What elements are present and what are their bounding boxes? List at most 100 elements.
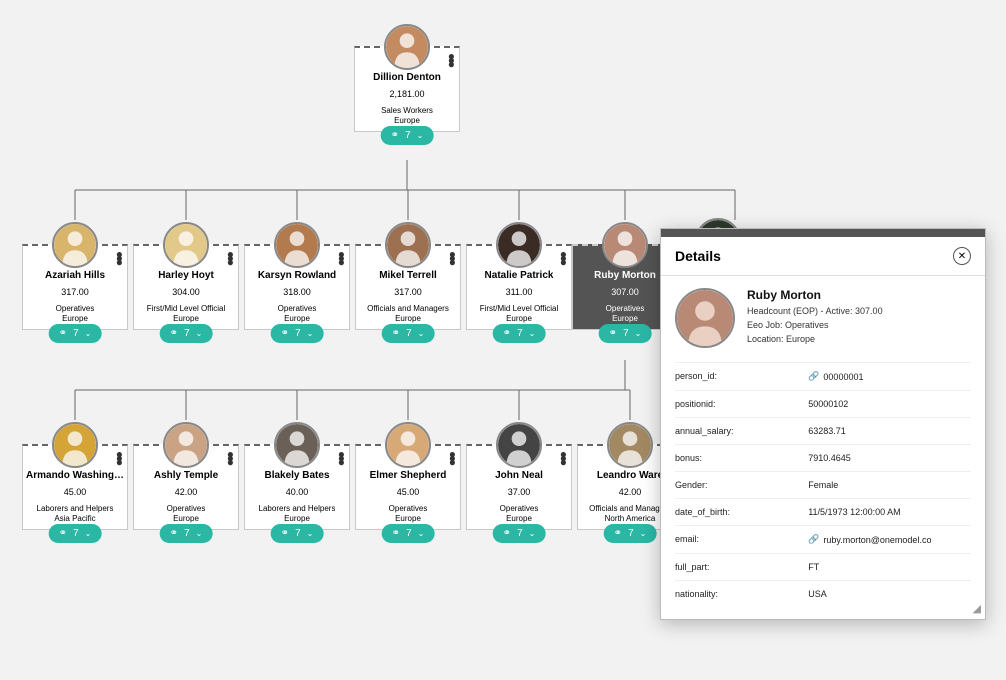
chevron-down-icon: ⌄ bbox=[418, 529, 425, 538]
people-icon: ⚭ bbox=[503, 328, 511, 339]
org-node[interactable]: ●●●Natalie Patrick311.00First/Mid Level … bbox=[466, 244, 572, 330]
org-node[interactable]: ●●●John Neal37.00OperativesEurope⚭7⌄ bbox=[466, 444, 572, 530]
org-node[interactable]: ●●●Armando Washington45.00Laborers and H… bbox=[22, 444, 128, 530]
node-menu-icon[interactable]: ●●● bbox=[227, 252, 234, 264]
node-role: First/Mid Level Official bbox=[147, 303, 226, 314]
people-icon: ⚭ bbox=[170, 328, 178, 339]
table-row: annual_salary:63283.71 bbox=[675, 417, 971, 444]
resize-handle-icon[interactable]: ◢ bbox=[973, 602, 981, 615]
node-menu-icon[interactable]: ●●● bbox=[227, 452, 234, 464]
details-sub3: Location: Europe bbox=[747, 332, 883, 346]
node-value: 42.00 bbox=[175, 487, 198, 497]
node-menu-icon[interactable]: ●●● bbox=[338, 452, 345, 464]
expand-pill[interactable]: ⚭7⌄ bbox=[49, 324, 102, 343]
detail-value: USA bbox=[808, 589, 971, 599]
org-node[interactable]: ●●●Blakely Bates40.00Laborers and Helper… bbox=[244, 444, 350, 530]
org-node[interactable]: ●●●Elmer Shepherd45.00OperativesEurope⚭7… bbox=[355, 444, 461, 530]
node-location: Europe bbox=[394, 116, 420, 125]
details-sub2: Eeo Job: Operatives bbox=[747, 318, 883, 332]
node-menu-icon[interactable]: ●●● bbox=[116, 252, 123, 264]
expand-pill[interactable]: ⚭ 7 ⌄ bbox=[160, 524, 213, 543]
node-location: Europe bbox=[395, 314, 421, 323]
link-icon[interactable]: 🔗 bbox=[808, 371, 819, 382]
expand-pill[interactable]: ⚭7⌄ bbox=[49, 524, 102, 543]
detail-key: person_id: bbox=[675, 371, 808, 382]
node-role: Operatives bbox=[389, 503, 428, 514]
node-name: Karsyn Rowland bbox=[258, 270, 336, 281]
node-name: Harley Hoyt bbox=[158, 270, 214, 281]
node-name: Ruby Morton bbox=[594, 270, 656, 281]
org-node[interactable]: ●●●Mikel Terrell317.00Officials and Mana… bbox=[355, 244, 461, 330]
close-button[interactable]: ✕ bbox=[953, 247, 971, 265]
pill-count: 7 bbox=[73, 328, 79, 339]
node-name: Leandro Ware bbox=[597, 470, 663, 481]
detail-key: annual_salary: bbox=[675, 426, 808, 436]
node-menu-icon[interactable]: ●●● bbox=[449, 452, 456, 464]
node-location: Europe bbox=[62, 314, 88, 323]
detail-value: 63283.71 bbox=[808, 426, 971, 436]
detail-value: 🔗00000001 bbox=[808, 371, 971, 382]
expand-pill[interactable]: ⚭7⌄ bbox=[493, 324, 546, 343]
node-location: North America bbox=[605, 514, 656, 523]
node-role: Operatives bbox=[56, 303, 95, 314]
pill-count: 7 bbox=[184, 528, 190, 539]
node-menu-icon[interactable]: ●●● bbox=[448, 54, 455, 66]
node-name: Mikel Terrell bbox=[379, 270, 437, 281]
node-value: 45.00 bbox=[397, 487, 420, 497]
chevron-down-icon: ⌄ bbox=[196, 529, 203, 538]
pill-count: 7 bbox=[517, 328, 523, 339]
org-node[interactable]: ●●●Ashly Temple42.00OperativesEurope⚭7⌄ bbox=[133, 444, 239, 530]
pill-count: 7 bbox=[406, 328, 412, 339]
detail-key: Gender: bbox=[675, 480, 808, 490]
link-icon[interactable]: 🔗 bbox=[808, 534, 819, 545]
detail-value: 7910.4645 bbox=[808, 453, 971, 463]
org-node[interactable]: ●●●Karsyn Rowland318.00OperativesEurope⚭… bbox=[244, 244, 350, 330]
node-value: 318.00 bbox=[283, 287, 311, 297]
node-location: Europe bbox=[506, 514, 532, 523]
node-menu-icon[interactable]: ●●● bbox=[338, 252, 345, 264]
avatar bbox=[384, 24, 430, 70]
expand-pill[interactable]: ⚭7⌄ bbox=[604, 524, 657, 543]
expand-pill[interactable]: ⚭7⌄ bbox=[493, 524, 546, 543]
avatar bbox=[52, 422, 98, 468]
node-menu-icon[interactable]: ●●● bbox=[560, 452, 567, 464]
node-menu-icon[interactable]: ●●● bbox=[449, 252, 456, 264]
detail-value: 50000102 bbox=[808, 399, 971, 409]
avatar bbox=[163, 222, 209, 268]
node-name: Elmer Shepherd bbox=[370, 470, 447, 481]
detail-key: bonus: bbox=[675, 453, 808, 463]
org-node[interactable]: ●●●Dillion Denton2,181.00Sales WorkersEu… bbox=[354, 46, 460, 132]
details-name: Ruby Morton bbox=[747, 288, 883, 302]
details-panel: Details ✕ Ruby Morton Headcount (EOP) - … bbox=[660, 228, 986, 620]
avatar bbox=[602, 222, 648, 268]
node-role: Operatives bbox=[278, 303, 317, 314]
chevron-down-icon: ⌄ bbox=[307, 529, 314, 538]
details-title: Details bbox=[675, 248, 721, 264]
people-icon: ⚭ bbox=[170, 528, 178, 539]
people-icon: ⚭ bbox=[59, 528, 67, 539]
pill-count: 7 bbox=[184, 328, 190, 339]
node-value: 317.00 bbox=[394, 287, 422, 297]
org-node[interactable]: ●●●Harley Hoyt304.00First/Mid Level Offi… bbox=[133, 244, 239, 330]
pill-count: 7 bbox=[295, 528, 301, 539]
node-name: Ashly Temple bbox=[154, 470, 218, 481]
expand-pill[interactable]: ⚭7⌄ bbox=[382, 324, 435, 343]
detail-key: date_of_birth: bbox=[675, 507, 808, 517]
people-icon: ⚭ bbox=[609, 328, 617, 339]
expand-pill[interactable]: ⚭7⌄ bbox=[271, 524, 324, 543]
expand-pill[interactable]: ⚭7⌄ bbox=[160, 324, 213, 343]
expand-pill[interactable]: ⚭7⌄ bbox=[599, 324, 652, 343]
table-row: email:🔗ruby.morton@onemodel.co bbox=[675, 525, 971, 553]
node-location: Europe bbox=[284, 314, 310, 323]
expand-pill[interactable]: ⚭7⌄ bbox=[271, 324, 324, 343]
expand-pill[interactable]: ⚭7⌄ bbox=[382, 524, 435, 543]
avatar bbox=[52, 222, 98, 268]
org-node[interactable]: ●●●Azariah Hills317.00OperativesEurope⚭7… bbox=[22, 244, 128, 330]
node-menu-icon[interactable]: ●●● bbox=[116, 452, 123, 464]
table-row: full_part:FT bbox=[675, 553, 971, 580]
detail-value: 🔗ruby.morton@onemodel.co bbox=[808, 534, 971, 545]
node-value: 317.00 bbox=[61, 287, 89, 297]
node-menu-icon[interactable]: ●●● bbox=[560, 252, 567, 264]
avatar bbox=[274, 422, 320, 468]
expand-pill[interactable]: ⚭7⌄ bbox=[381, 126, 434, 145]
